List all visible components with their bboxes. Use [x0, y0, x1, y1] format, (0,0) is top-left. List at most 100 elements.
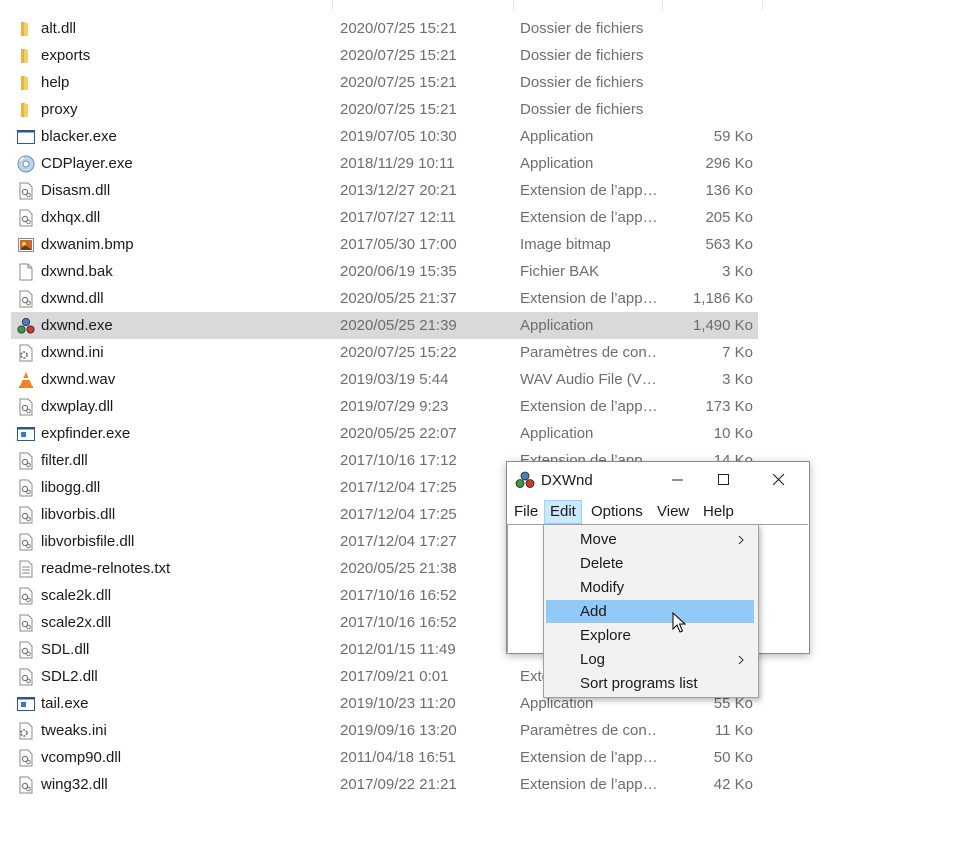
file-size: 563 Ko	[705, 236, 753, 253]
window-app-icon	[17, 128, 35, 146]
file-size: 50 Ko	[713, 749, 753, 766]
file-row[interactable]: dxwnd.dll 2020/05/25 21:37 Extension de l’…	[11, 285, 758, 312]
file-date: 2020/07/25 15:21	[340, 20, 457, 37]
dll-icon	[17, 290, 35, 308]
menu-item-add[interactable]: Add	[546, 600, 754, 623]
folder-icon	[17, 20, 35, 38]
file-date: 2017/10/16 17:12	[340, 452, 457, 469]
file-date: 2019/07/05 10:30	[340, 128, 457, 145]
file-row[interactable]: dxwanim.bmp 2017/05/30 17:00 Image bitmap 5…	[11, 231, 758, 258]
dll-icon	[17, 641, 35, 659]
maximize-button[interactable]	[701, 462, 747, 498]
file-date: 2013/12/27 20:21	[340, 182, 457, 199]
minimize-button[interactable]	[655, 462, 701, 498]
file-type: Application	[520, 155, 594, 172]
file-name: readme-relnotes.txt	[41, 560, 171, 577]
bitmap-icon	[17, 236, 35, 254]
file-size: 10 Ko	[713, 425, 753, 442]
title-bar[interactable]: DXWnd	[507, 462, 809, 498]
file-date: 2020/05/25 21:38	[340, 560, 457, 577]
file-size: 3 Ko	[722, 371, 753, 388]
dll-icon	[17, 182, 35, 200]
dll-icon	[17, 749, 35, 767]
file-name: vcomp90.dll	[41, 749, 122, 766]
file-row[interactable]: dxwnd.ini 2020/07/25 15:22 Paramètres de c…	[11, 339, 758, 366]
file-date: 2017/07/27 12:11	[340, 209, 456, 226]
file-row[interactable]: CDPlayer.exe 2018/11/29 10:11 Application 2…	[11, 150, 758, 177]
folder-icon	[17, 47, 35, 65]
file-name: filter.dll	[41, 452, 88, 469]
menu-item-log[interactable]: Log	[546, 648, 754, 671]
file-name: blacker.exe	[41, 128, 117, 145]
ini-icon	[17, 344, 35, 362]
close-icon	[773, 474, 785, 486]
file-row[interactable]: dxwnd.bak 2020/06/19 15:35 Fichier BAK 3 Ko	[11, 258, 758, 285]
file-date: 2020/07/25 15:22	[340, 344, 457, 361]
file-row[interactable]: alt.dll 2020/07/25 15:21 Dossier de fichie…	[11, 15, 758, 42]
file-row[interactable]: exports 2020/07/25 15:21 Dossier de fichie…	[11, 42, 758, 69]
file-type: Extension de l’app…	[520, 398, 656, 415]
file-name: CDPlayer.exe	[41, 155, 133, 172]
file-row[interactable]: proxy 2020/07/25 15:21 Dossier de fichiers	[11, 96, 758, 123]
file-name: tail.exe	[41, 695, 89, 712]
file-row[interactable]: vcomp90.dll 2011/04/18 16:51 Extension de …	[11, 744, 758, 771]
file-name: SDL2.dll	[41, 668, 98, 685]
file-date: 2017/12/04 17:25	[340, 506, 457, 523]
menu-item-sort-programs-list[interactable]: Sort programs list	[546, 672, 754, 695]
menu-item-modify[interactable]: Modify	[546, 576, 754, 599]
file-row[interactable]: blacker.exe 2019/07/05 10:30 Application 59…	[11, 123, 758, 150]
file-row[interactable]: wing32.dll 2017/09/22 21:21 Extension de l…	[11, 771, 758, 798]
menu-item-delete[interactable]: Delete	[546, 552, 754, 575]
menu-view[interactable]: View	[652, 500, 694, 524]
chevron-right-icon	[738, 655, 744, 665]
file-row[interactable]: help 2020/07/25 15:21 Dossier de fichiers	[11, 69, 758, 96]
file-date: 2020/05/25 21:39	[340, 317, 457, 334]
file-row[interactable]: tweaks.ini 2019/09/16 13:20 Paramètres de …	[11, 717, 758, 744]
menu-options[interactable]: Options	[586, 500, 648, 524]
file-row[interactable]: Disasm.dll 2013/12/27 20:21 Extension de l…	[11, 177, 758, 204]
file-date: 2017/09/21 0:01	[340, 668, 449, 685]
file-type: Paramètres de con…	[520, 344, 656, 361]
file-size: 205 Ko	[705, 209, 753, 226]
menu-file[interactable]: File	[509, 500, 543, 524]
file-size: 11 Ko	[714, 722, 753, 739]
maximize-icon	[718, 474, 729, 485]
file-row[interactable]: dxwplay.dll 2019/07/29 9:23 Extension de l…	[11, 393, 758, 420]
file-type: Dossier de fichiers	[520, 20, 644, 37]
column-divider	[662, 0, 663, 10]
file-name: wing32.dll	[41, 776, 108, 793]
file-date: 2017/10/16 16:52	[340, 614, 457, 631]
menu-item-move[interactable]: Move	[546, 528, 754, 551]
file-row[interactable]: dxwnd.exe 2020/05/25 21:39 Application 1,49…	[11, 312, 758, 339]
exe-app-icon	[17, 695, 35, 713]
file-name: SDL.dll	[41, 641, 90, 658]
file-type: Fichier BAK	[520, 263, 600, 280]
column-divider	[762, 0, 763, 10]
close-button[interactable]	[756, 462, 802, 498]
file-date: 2020/05/25 21:37	[340, 290, 457, 307]
column-divider	[332, 0, 333, 10]
file-row[interactable]: dxhqx.dll 2017/07/27 12:11 Extension de l’…	[11, 204, 758, 231]
text-file-icon	[17, 560, 35, 578]
dxwnd-icon	[17, 317, 35, 335]
file-size: 173 Ko	[705, 398, 753, 415]
file-type: Dossier de fichiers	[520, 47, 644, 64]
file-date: 2017/09/22 21:21	[340, 776, 457, 793]
file-name: scale2x.dll	[41, 614, 112, 631]
file-row[interactable]: dxwnd.wav 2019/03/19 5:44 WAV Audio File (…	[11, 366, 758, 393]
file-date: 2019/03/19 5:44	[340, 371, 449, 388]
dll-icon	[17, 506, 35, 524]
file-size: 1,490 Ko	[692, 317, 753, 334]
file-date: 2017/05/30 17:00	[340, 236, 457, 253]
file-date: 2017/12/04 17:27	[340, 533, 457, 550]
file-name: Disasm.dll	[41, 182, 111, 199]
menu-edit[interactable]: Edit	[544, 500, 582, 524]
file-date: 2018/11/29 10:11	[340, 155, 455, 172]
menu-help[interactable]: Help	[698, 500, 739, 524]
file-name: help	[41, 74, 70, 91]
file-name: dxwnd.exe	[41, 317, 113, 334]
file-date: 2020/06/19 15:35	[340, 263, 457, 280]
file-row[interactable]: expfinder.exe 2020/05/25 22:07 Application…	[11, 420, 758, 447]
file-name: tweaks.ini	[41, 722, 107, 739]
menu-item-explore[interactable]: Explore	[546, 624, 754, 647]
